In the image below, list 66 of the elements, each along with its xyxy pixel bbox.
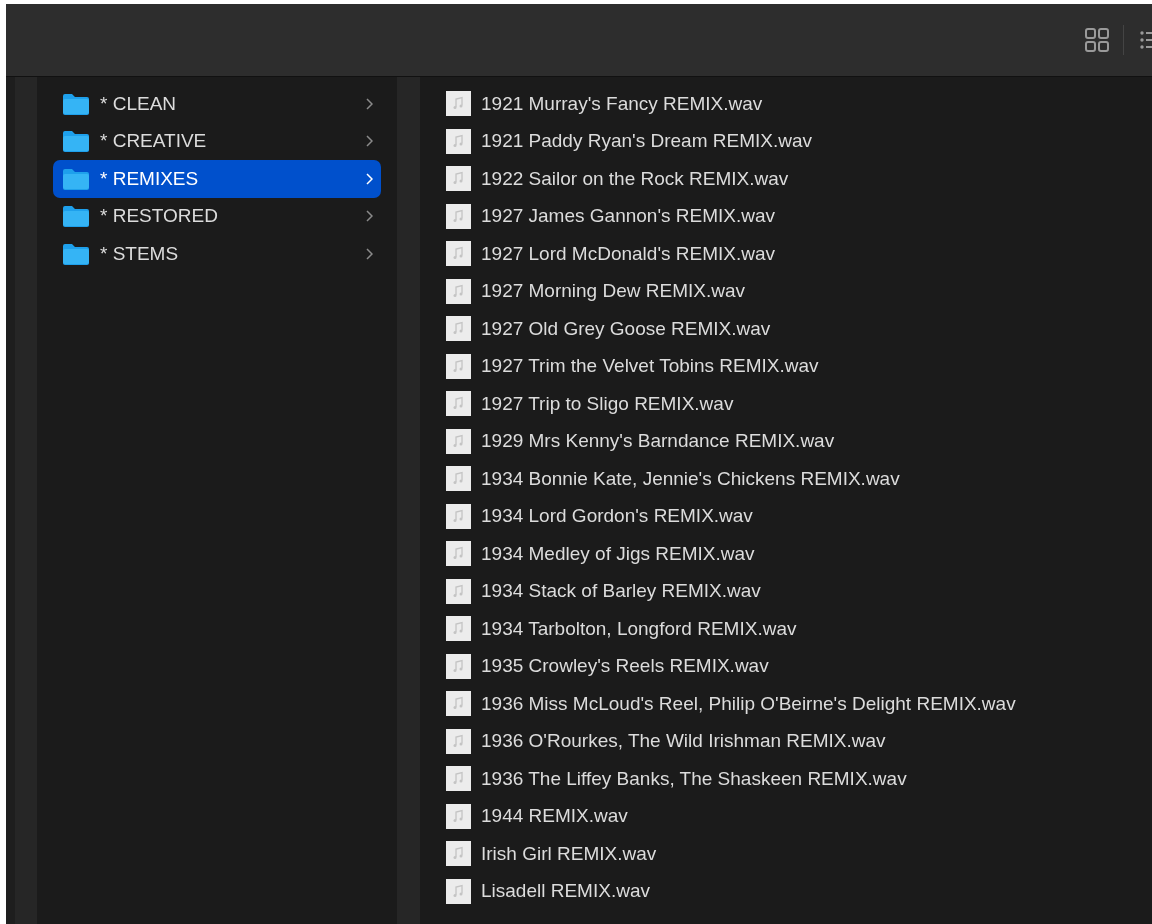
chevron-right-icon: [366, 210, 373, 223]
audio-file-icon: [446, 353, 471, 379]
chevron-right-icon: [366, 135, 373, 148]
audio-file-icon: [446, 428, 471, 454]
audio-file-icon: [446, 241, 471, 267]
audio-file-icon: [446, 878, 471, 904]
file-name[interactable]: 1934 Medley of Jigs REMIX.wav: [481, 542, 755, 565]
file-name[interactable]: 1927 Trip to Sligo REMIX.wav: [481, 392, 734, 415]
audio-file-icon: [446, 166, 471, 192]
file-name[interactable]: 1944 REMIX.wav: [481, 805, 628, 828]
folder-name: * RESTORED: [100, 205, 219, 228]
file-name[interactable]: 1934 Stack of Barley REMIX.wav: [481, 580, 761, 603]
audio-file-icon: [446, 616, 471, 642]
audio-file-icon: [446, 203, 471, 229]
audio-file-icon: [446, 691, 471, 717]
chevron-right-icon: [366, 97, 373, 110]
folder-item[interactable]: * CREATIVE: [53, 122, 381, 160]
folder-name: * REMIXES: [100, 167, 200, 190]
audio-file-icon: [446, 128, 471, 154]
folder-name: * CLEAN: [100, 92, 178, 115]
audio-file-icon: [446, 653, 471, 679]
folder-icon: [62, 92, 90, 115]
file-name[interactable]: 1921 Murray's Fancy REMIX.wav: [481, 92, 763, 115]
chevron-right-icon: [366, 172, 373, 185]
folder-name: * CREATIVE: [100, 130, 208, 153]
file-name[interactable]: 1927 James Gannon's REMIX.wav: [481, 205, 776, 228]
audio-file-icon: [446, 391, 471, 417]
audio-file-icon: [446, 578, 471, 604]
folder-icon: [62, 167, 90, 190]
file-name[interactable]: 1921 Paddy Ryan's Dream REMIX.wav: [481, 130, 812, 153]
file-name[interactable]: 1934 Tarbolton, Longford REMIX.wav: [481, 617, 797, 640]
folder-icon: [62, 130, 90, 153]
file-name[interactable]: 1927 Trim the Velvet Tobins REMIX.wav: [481, 355, 819, 378]
audio-file-icon: [446, 803, 471, 829]
file-name[interactable]: 1922 Sailor on the Rock REMIX.wav: [481, 167, 789, 190]
audio-file-icon: [446, 841, 471, 867]
audio-file-icon: [446, 278, 471, 304]
file-name[interactable]: 1936 O'Rourkes, The Wild Irishman REMIX.wav: [481, 730, 886, 753]
file-name[interactable]: 1935 Crowley's Reels REMIX.wav: [481, 655, 769, 678]
file-name[interactable]: Lisadell REMIX.wav: [481, 880, 650, 903]
chevron-right-icon: [366, 247, 373, 260]
folder-icon: [62, 242, 90, 265]
file-name[interactable]: 1929 Mrs Kenny's Barndance REMIX.wav: [481, 430, 835, 453]
audio-file-icon: [446, 541, 471, 567]
folder-item[interactable]: * STEMS: [53, 235, 381, 273]
file-name[interactable]: 1927 Lord McDonald's REMIX.wav: [481, 242, 776, 265]
audio-file-icon: [446, 728, 471, 754]
file-name[interactable]: 1927 Morning Dew REMIX.wav: [481, 280, 745, 303]
file-name[interactable]: Irish Girl REMIX.wav: [481, 842, 657, 865]
folder-item[interactable]: * REMIXES: [53, 160, 381, 198]
file-name[interactable]: 1936 Miss McLoud's Reel, Philip O'Beirne's Delight REMIX.wav: [481, 692, 1016, 715]
file-name[interactable]: 1934 Lord Gordon's REMIX.wav: [481, 505, 753, 528]
file-name[interactable]: 1934 Bonnie Kate, Jennie's Chickens REMIX.wav: [481, 467, 900, 490]
audio-file-icon: [446, 766, 471, 792]
list-view-icon[interactable]: [1138, 30, 1152, 50]
folder-item[interactable]: * CLEAN: [53, 85, 381, 123]
file-name[interactable]: 1927 Old Grey Goose REMIX.wav: [481, 317, 771, 340]
audio-file-icon: [446, 91, 471, 117]
folder-item[interactable]: * RESTORED: [53, 197, 381, 235]
audio-file-icon: [446, 503, 471, 529]
folder-name: * STEMS: [100, 242, 180, 265]
audio-file-icon: [446, 466, 471, 492]
file-name[interactable]: 1936 The Liffey Banks, The Shaskeen REMIX.wav: [481, 767, 907, 790]
folder-icon: [62, 205, 90, 228]
grid-view-icon[interactable]: [1085, 28, 1109, 52]
audio-file-icon: [446, 316, 471, 342]
